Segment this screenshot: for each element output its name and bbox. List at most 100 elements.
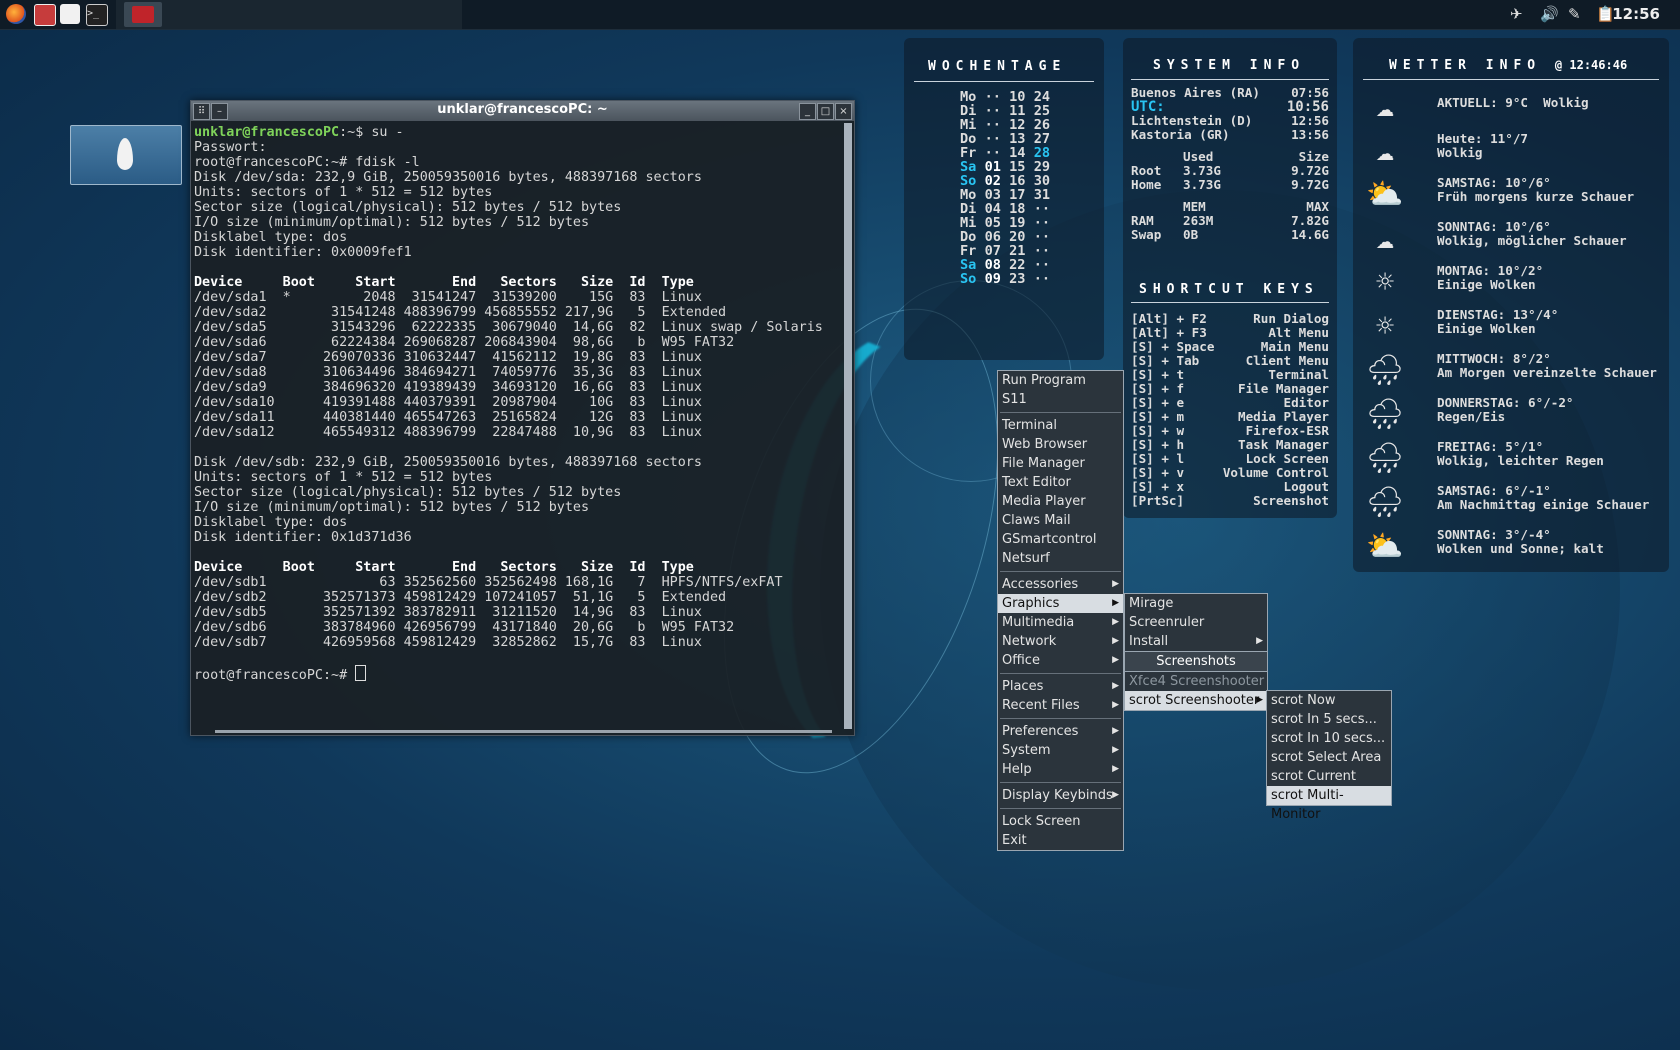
- terminal-line: /dev/sda5 31543296 62222335 30679040 14,…: [194, 320, 823, 335]
- weather-item: 🌧 DONNERSTAG: 6°/-2° Regen/Eis: [1363, 396, 1659, 440]
- maximize-icon[interactable]: □: [817, 103, 834, 120]
- menu-item-claws-mail[interactable]: Claws Mail: [998, 511, 1123, 530]
- graphics-item-scrot-screenshooter[interactable]: scrot Screenshooter ▶: [1125, 691, 1267, 710]
- sysinfo-title: SYSTEM INFO: [1153, 58, 1306, 73]
- firefox-icon[interactable]: [6, 4, 26, 24]
- weather-item: ☁ AKTUELL: 9°C Wolkig: [1363, 88, 1659, 132]
- scrot-item-scrot-in-10-secs[interactable]: scrot In 10 secs...: [1267, 729, 1391, 748]
- menu-item-file-manager[interactable]: File Manager: [998, 454, 1123, 473]
- menu-item-places[interactable]: Places ▶: [998, 677, 1123, 696]
- menu-separator: [1000, 718, 1121, 719]
- calendar-row: Fr 07 21 ··: [960, 244, 1050, 258]
- weather-time: @ 12:46:46: [1554, 58, 1628, 72]
- menu-item-exit[interactable]: Exit: [998, 831, 1123, 850]
- terminal-output[interactable]: unklar@francescoPC:~$ su - Passwort: roo…: [194, 125, 840, 727]
- menu-item-terminal[interactable]: Terminal: [998, 416, 1123, 435]
- shortcut-row: [S] + v Volume Control: [1131, 465, 1329, 480]
- menu-item-lock-screen[interactable]: Lock Screen: [998, 812, 1123, 831]
- menu-item-label: scrot Select Area: [1271, 750, 1382, 765]
- app-icon[interactable]: [34, 4, 56, 26]
- menu-item-media-player[interactable]: Media Player: [998, 492, 1123, 511]
- menu-item-label: S11: [1002, 392, 1027, 407]
- terminal-icon[interactable]: >_: [86, 4, 108, 26]
- terminal-line: I/O size (minimum/optimal): 512 bytes / …: [194, 215, 590, 230]
- menu-item-office[interactable]: Office ▶: [998, 651, 1123, 670]
- menu-item-label: Mirage: [1129, 596, 1174, 611]
- cloud-icon: ☁: [1375, 89, 1395, 124]
- menu-item-label: scrot Now: [1271, 693, 1336, 708]
- terminal-hscroll[interactable]: [215, 730, 832, 733]
- shortcut-action: File Manager: [1238, 381, 1329, 396]
- weather-text: DIENSTAG: 13°/4° Einige Wolken: [1437, 308, 1558, 336]
- shortcut-action: Media Player: [1238, 409, 1329, 424]
- menu-item-recent-files[interactable]: Recent Files ▶: [998, 696, 1123, 715]
- chevron-right-icon: ▶: [1112, 726, 1119, 736]
- scrot-submenu[interactable]: scrot Now scrot In 5 secs... scrot In 10 s…: [1266, 690, 1392, 822]
- graphics-item-mirage[interactable]: Mirage: [1125, 594, 1267, 613]
- menu-item-text-editor[interactable]: Text Editor: [998, 473, 1123, 492]
- task-button-terminal[interactable]: [124, 2, 162, 27]
- graphics-item-xfce4-screenshooter[interactable]: Xfce4 Screenshooter: [1125, 672, 1267, 691]
- menu-separator: [1000, 673, 1121, 674]
- calendar-day: So: [960, 271, 977, 287]
- shortcut-key: [S] + Tab: [1131, 353, 1200, 368]
- weather-text: MONTAG: 10°/2° Einige Wolken: [1437, 264, 1543, 292]
- menu-item-netsurf[interactable]: Netsurf: [998, 549, 1123, 568]
- close-icon[interactable]: ×: [835, 103, 852, 120]
- timezone-row: Lichtenstein (D) 12:56: [1131, 113, 1329, 128]
- network-icon[interactable]: ✈: [1510, 5, 1523, 24]
- menu-item-accessories[interactable]: Accessories ▶: [998, 575, 1123, 594]
- menu-item-network[interactable]: Network ▶: [998, 632, 1123, 651]
- volume-icon[interactable]: 🔊: [1540, 5, 1559, 24]
- shortcut-row: [PrtSc] Screenshot: [1131, 493, 1329, 508]
- menu-item-s11[interactable]: S11: [998, 390, 1123, 409]
- tool-icon[interactable]: ✎: [1568, 5, 1581, 24]
- weather-title: WETTER INFO @ 12:46:46: [1389, 58, 1627, 73]
- desktop-launcher[interactable]: [70, 125, 182, 185]
- disk-col-a: Used: [1183, 149, 1214, 164]
- menu-item-web-browser[interactable]: Web Browser: [998, 435, 1123, 454]
- scrot-item-scrot-select-area[interactable]: scrot Select Area: [1267, 748, 1391, 767]
- root-menu[interactable]: Run Program S11 Terminal Web Browser File Ma…: [997, 370, 1124, 851]
- scrot-item-scrot-now[interactable]: scrot Now: [1267, 691, 1391, 710]
- weather-item: 🌧 SAMSTAG: 6°/-1° Am Nachmittag einige Sch…: [1363, 484, 1659, 528]
- graphics-item-install[interactable]: Install ▶: [1125, 632, 1267, 651]
- scrot-item-scrot-multi-monitor[interactable]: scrot Multi-Monitor: [1267, 786, 1391, 822]
- menu-item-run-program[interactable]: Run Program: [998, 371, 1123, 390]
- terminal-scrollbar[interactable]: [844, 123, 852, 729]
- panel-clock[interactable]: 12:56: [1612, 5, 1660, 23]
- chevron-right-icon: ▶: [1112, 700, 1119, 710]
- terminal-window[interactable]: ⠿ – unklar@francescoPC: ~ _ □ × unklar@f…: [190, 100, 855, 736]
- calendar-row: Sa 08 22 ··: [960, 258, 1050, 272]
- weather-line-1: MITTWOCH: 8°/2°: [1437, 351, 1551, 366]
- terminal-line: /dev/sdb6 383784960 426956799 43171840 2…: [194, 620, 735, 635]
- shortcut-key: [S] + Space: [1131, 339, 1215, 354]
- menu-item-help[interactable]: Help ▶: [998, 760, 1123, 779]
- graphics-item-screenruler[interactable]: Screenruler: [1125, 613, 1267, 632]
- weather-item: 🌧 MITTWOCH: 8°/2° Am Morgen vereinzelte Sc…: [1363, 352, 1659, 396]
- terminal-titlebar[interactable]: ⠿ – unklar@francescoPC: ~ _ □ ×: [191, 101, 854, 121]
- menu-item-preferences[interactable]: Preferences ▶: [998, 722, 1123, 741]
- shortcut-action: Lock Screen: [1245, 451, 1329, 466]
- scrot-item-scrot-in-5-secs[interactable]: scrot In 5 secs...: [1267, 710, 1391, 729]
- weather-item: 🌧 FREITAG: 5°/1° Wolkig, leichter Regen: [1363, 440, 1659, 484]
- menu-item-gsmartcontrol[interactable]: GSmartcontrol: [998, 530, 1123, 549]
- menu-item-display-keybinds[interactable]: Display Keybinds ▶: [998, 786, 1123, 805]
- text-editor-icon[interactable]: [60, 4, 80, 24]
- disk-value-a: 3.73G: [1183, 177, 1221, 192]
- graphics-submenu[interactable]: Mirage Screenruler Install ▶ Screenshots Xfce…: [1124, 593, 1268, 711]
- timezone-row: Kastoria (GR) 13:56: [1131, 127, 1329, 142]
- menu-item-graphics[interactable]: Graphics ▶: [998, 594, 1123, 613]
- scrot-item-scrot-current-focus[interactable]: scrot Current Focus: [1267, 767, 1391, 803]
- minimize-icon[interactable]: _: [799, 103, 816, 120]
- menu-item-system[interactable]: System ▶: [998, 741, 1123, 760]
- terminal-line: Disk identifier: 0x1d371d36: [194, 530, 412, 545]
- menu-item-multimedia[interactable]: Multimedia ▶: [998, 613, 1123, 632]
- terminal-line: Device Boot Start End Sectors Size Id Ty…: [194, 275, 694, 290]
- menu-item-label: File Manager: [1002, 456, 1085, 471]
- menu-header: Screenshots: [1125, 651, 1267, 672]
- timezone-label: Buenos Aires (RA): [1131, 85, 1260, 100]
- weather-line-1: FREITAG: 5°/1°: [1437, 439, 1544, 454]
- shortcut-action: Terminal: [1268, 367, 1329, 382]
